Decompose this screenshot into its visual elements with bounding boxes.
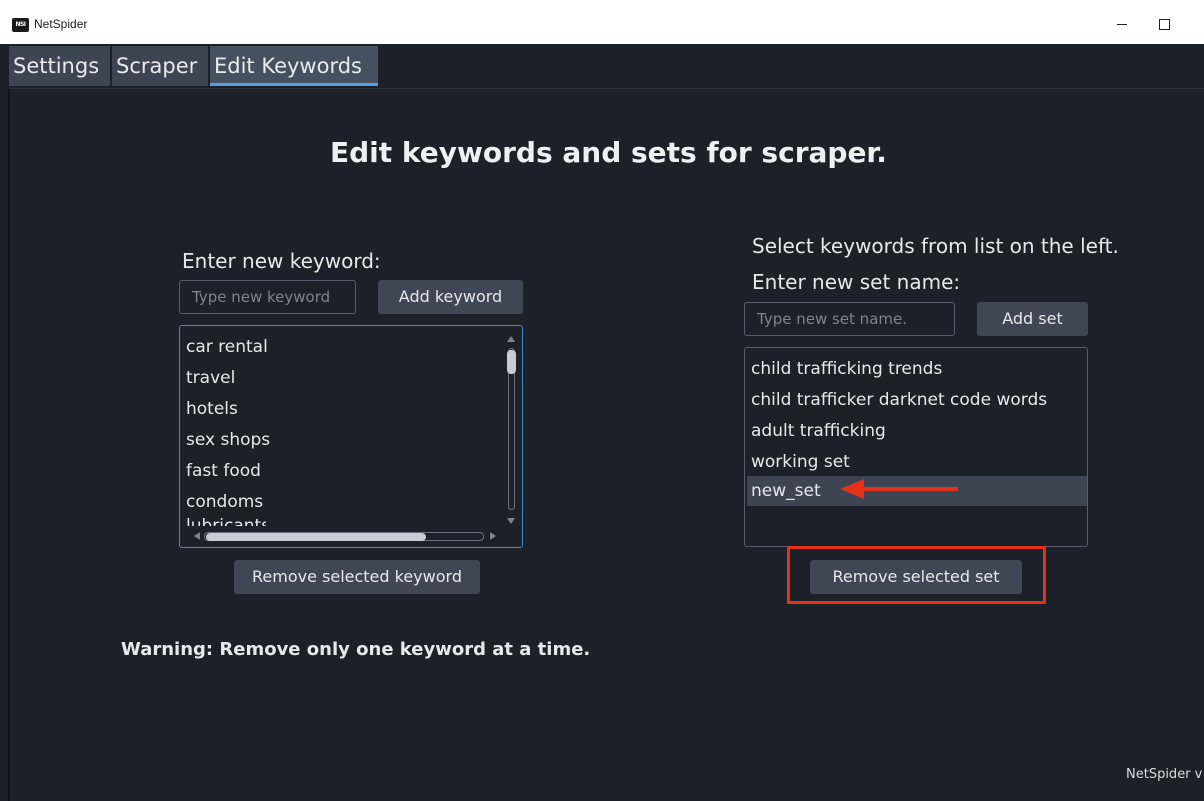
sets-instruction: Select keywords from list on the left. — [752, 234, 1119, 258]
list-item[interactable]: travel — [186, 363, 235, 393]
scroll-left-icon[interactable] — [194, 532, 200, 540]
list-item[interactable]: condoms — [186, 487, 263, 517]
list-item[interactable]: adult trafficking — [751, 416, 886, 446]
app-logo-icon: NSI — [12, 18, 29, 32]
scroll-thumb[interactable] — [507, 350, 516, 374]
add-set-button[interactable]: Add set — [977, 302, 1088, 336]
scroll-right-icon[interactable] — [490, 532, 496, 540]
tab-settings[interactable]: Settings — [9, 46, 110, 86]
new-keyword-label: Enter new keyword: — [182, 249, 381, 273]
red-arrow-annotation — [840, 479, 958, 499]
set-list[interactable]: child trafficking trends child trafficke… — [744, 347, 1088, 547]
scroll-thumb[interactable] — [206, 533, 426, 541]
horizontal-scrollbar[interactable] — [192, 530, 502, 542]
scroll-up-icon[interactable] — [507, 336, 515, 342]
tab-scraper[interactable]: Scraper — [112, 46, 208, 86]
window-titlebar: NSI NetSpider — [0, 0, 1204, 44]
list-item[interactable]: sex shops — [186, 425, 270, 455]
window-title: NetSpider — [34, 17, 88, 31]
maximize-icon[interactable] — [1153, 13, 1175, 35]
tab-edit-keywords[interactable]: Edit Keywords — [210, 46, 378, 86]
list-item[interactable]: fast food — [186, 456, 261, 486]
vertical-scrollbar[interactable] — [505, 334, 517, 524]
page-title: Edit keywords and sets for scraper. — [330, 136, 887, 169]
list-item[interactable]: hotels — [186, 394, 238, 424]
minimize-icon[interactable] — [1111, 13, 1133, 35]
keyword-list[interactable]: car rental travel hotels sex shops fast … — [179, 325, 523, 548]
list-item[interactable]: working set — [751, 447, 850, 477]
new-set-label: Enter new set name: — [752, 270, 961, 294]
list-item[interactable]: child trafficking trends — [751, 354, 942, 384]
tab-bar: Settings Scraper Edit Keywords — [0, 44, 1204, 88]
list-item[interactable]: car rental — [186, 332, 268, 362]
remove-keyword-button[interactable]: Remove selected keyword — [234, 560, 480, 594]
new-set-input[interactable] — [744, 302, 955, 336]
add-keyword-button[interactable]: Add keyword — [378, 280, 523, 314]
new-keyword-input[interactable] — [179, 280, 356, 314]
list-item-partial[interactable]: lubricants — [186, 518, 266, 526]
scroll-down-icon[interactable] — [507, 518, 515, 524]
version-label: NetSpider v — [1126, 767, 1203, 782]
red-highlight-box — [787, 546, 1046, 604]
list-item[interactable]: child trafficker darknet code words — [751, 385, 1047, 415]
warning-text: Warning: Remove only one keyword at a ti… — [121, 639, 591, 660]
